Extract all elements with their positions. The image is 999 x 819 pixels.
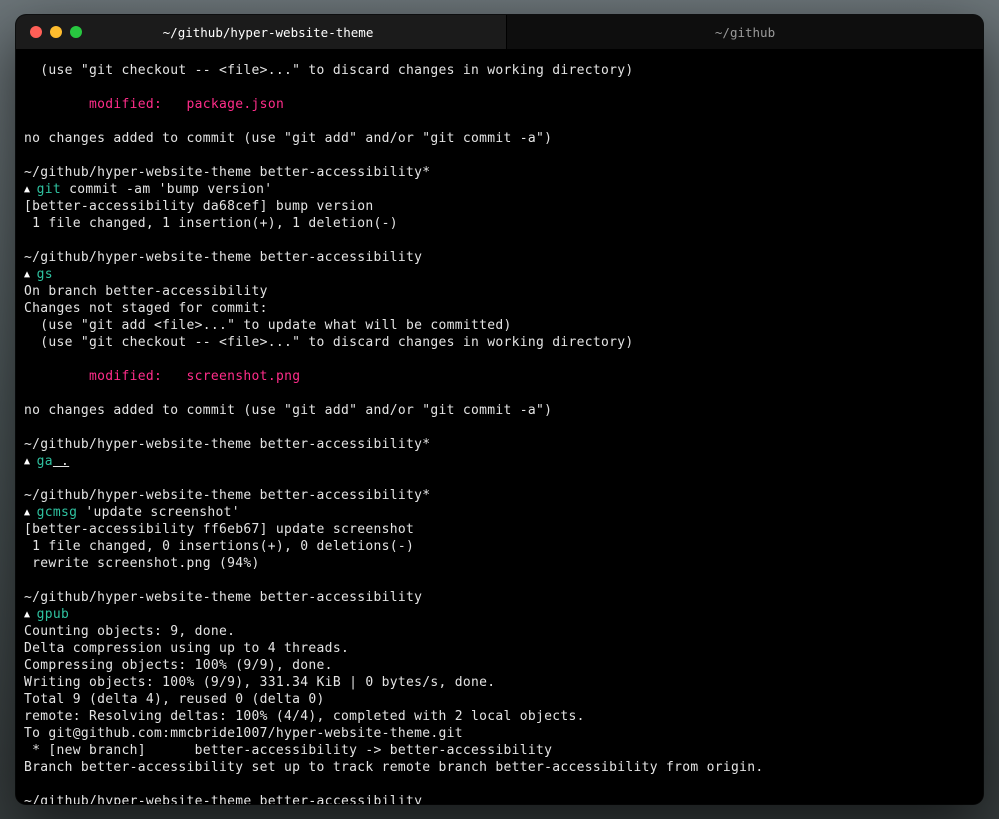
- prompt-indicator-icon: ▲: [24, 504, 37, 521]
- prompt-path: ~/github/hyper-website-theme better-acce…: [24, 590, 422, 605]
- titlebar: ~/github/hyper-website-theme ~/github: [16, 15, 983, 50]
- output-line: Total 9 (delta 4), reused 0 (delta 0): [24, 692, 325, 707]
- terminal-window: ~/github/hyper-website-theme ~/github (u…: [16, 15, 983, 804]
- command: git: [37, 182, 61, 197]
- prompt-indicator-icon: ▲: [24, 266, 37, 283]
- prompt-path: ~/github/hyper-website-theme better-acce…: [24, 250, 422, 265]
- maximize-icon[interactable]: [70, 26, 82, 38]
- command: ga: [37, 454, 53, 469]
- output-line: * [new branch] better-accessibility -> b…: [24, 743, 552, 758]
- output-line: rewrite screenshot.png (94%): [24, 556, 260, 571]
- prompt-indicator-icon: ▲: [24, 606, 37, 623]
- output-line: Writing objects: 100% (9/9), 331.34 KiB …: [24, 675, 495, 690]
- command: gpub: [37, 607, 70, 622]
- tab-inactive[interactable]: ~/github: [506, 15, 983, 49]
- tab-active-label: ~/github/hyper-website-theme: [163, 25, 374, 40]
- prompt-indicator-icon: ▲: [24, 181, 37, 198]
- output-line: no changes added to commit (use "git add…: [24, 131, 552, 146]
- minimize-icon[interactable]: [50, 26, 62, 38]
- output-line: Compressing objects: 100% (9/9), done.: [24, 658, 333, 673]
- output-line: remote: Resolving deltas: 100% (4/4), co…: [24, 709, 585, 724]
- output-line: [better-accessibility ff6eb67] update sc…: [24, 522, 414, 537]
- modified-label: modified:: [89, 369, 187, 384]
- output-line: Branch better-accessibility set up to tr…: [24, 760, 764, 775]
- output-line: Delta compression using up to 4 threads.: [24, 641, 349, 656]
- prompt-path: ~/github/hyper-website-theme better-acce…: [24, 488, 430, 503]
- prompt-path: ~/github/hyper-website-theme better-acce…: [24, 794, 422, 804]
- output-line: [better-accessibility da68cef] bump vers…: [24, 199, 373, 214]
- output-line: Counting objects: 9, done.: [24, 624, 235, 639]
- output-line: To git@github.com:mmcbride1007/hyper-web…: [24, 726, 463, 741]
- modified-label: modified:: [89, 97, 187, 112]
- output-line: 1 file changed, 0 insertions(+), 0 delet…: [24, 539, 414, 554]
- traffic-lights: [16, 15, 100, 49]
- modified-file: screenshot.png: [187, 369, 301, 384]
- output-line: (use "git add <file>..." to update what …: [24, 318, 512, 333]
- output-line: 1 file changed, 1 insertion(+), 1 deleti…: [24, 216, 398, 231]
- output-line: no changes added to commit (use "git add…: [24, 403, 552, 418]
- command: gs: [37, 267, 53, 282]
- prompt-path: ~/github/hyper-website-theme better-acce…: [24, 437, 430, 452]
- prompt-path: ~/github/hyper-website-theme better-acce…: [24, 165, 430, 180]
- tab-bar: ~/github/hyper-website-theme ~/github: [30, 15, 983, 49]
- close-icon[interactable]: [30, 26, 42, 38]
- output-line: On branch better-accessibility: [24, 284, 268, 299]
- output-line: (use "git checkout -- <file>..." to disc…: [24, 335, 634, 350]
- output-line: (use "git checkout -- <file>..." to disc…: [24, 63, 634, 78]
- output-line: Changes not staged for commit:: [24, 301, 268, 316]
- modified-file: package.json: [187, 97, 285, 112]
- terminal-body[interactable]: (use "git checkout -- <file>..." to disc…: [16, 50, 983, 804]
- prompt-indicator-icon: ▲: [24, 453, 37, 470]
- tab-active[interactable]: ~/github/hyper-website-theme: [30, 15, 506, 49]
- tab-inactive-label: ~/github: [715, 25, 775, 40]
- command: gcmsg: [37, 505, 78, 520]
